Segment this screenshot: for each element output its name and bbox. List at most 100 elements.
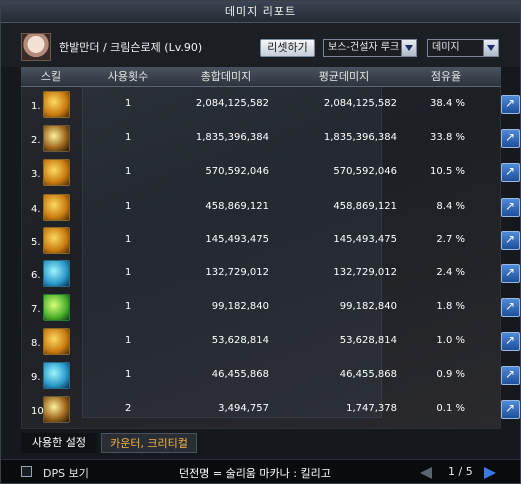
table-row: 4. 1 458,869,121 458,869,121 8.4 % bbox=[21, 192, 520, 224]
row-percent: 2.4 % bbox=[436, 267, 465, 278]
table-row: 7. 1 99,182,840 99,182,840 1.8 % bbox=[21, 292, 520, 324]
chevron-down-icon[interactable] bbox=[401, 40, 416, 56]
share-icon[interactable] bbox=[501, 231, 520, 250]
share-icon[interactable] bbox=[501, 198, 520, 217]
row-rank: 4. bbox=[31, 204, 41, 215]
row-rank: 5. bbox=[31, 237, 41, 248]
table-row: 2. 1 1,835,396,384 1,835,396,384 33.8 % bbox=[21, 123, 520, 155]
page-indicator: 1 / 5 bbox=[448, 465, 473, 478]
row-avg: 1,835,396,384 bbox=[323, 132, 397, 143]
col-skill: 스킬 bbox=[40, 70, 62, 83]
skill-icon bbox=[43, 362, 70, 389]
row-rank: 7. bbox=[31, 304, 41, 315]
prev-page-icon[interactable] bbox=[420, 467, 432, 479]
col-avg: 평균데미지 bbox=[318, 70, 370, 83]
skill-icon bbox=[43, 227, 70, 254]
row-avg: 1,747,378 bbox=[346, 403, 397, 414]
row-uses: 1 bbox=[125, 234, 132, 245]
share-icon[interactable] bbox=[501, 264, 520, 283]
row-rank: 9. bbox=[31, 372, 41, 383]
row-percent: 33.8 % bbox=[430, 132, 465, 143]
share-icon[interactable] bbox=[501, 95, 520, 114]
row-uses: 1 bbox=[125, 335, 132, 346]
table-row: 6. 1 132,729,012 132,729,012 2.4 % bbox=[21, 258, 520, 290]
report-header: 한발만더 / 크림슨로제 (Lv.90) 리셋하기 보스-건설자 루크 데미지 bbox=[1, 23, 520, 67]
row-rank: 8. bbox=[31, 338, 41, 349]
share-icon[interactable] bbox=[501, 332, 520, 351]
row-percent: 1.0 % bbox=[436, 335, 465, 346]
col-uses: 사용횟수 bbox=[107, 70, 149, 83]
reset-button[interactable]: 리셋하기 bbox=[260, 39, 315, 57]
row-percent: 0.9 % bbox=[436, 369, 465, 380]
window-title: 데미지 리포트 bbox=[1, 1, 520, 23]
share-icon[interactable] bbox=[501, 129, 520, 148]
row-uses: 1 bbox=[125, 98, 132, 109]
report-footer: DPS 보기 던전명 = 술리움 마카나 : 킬리고 1 / 5 bbox=[1, 459, 520, 483]
share-icon[interactable] bbox=[501, 366, 520, 385]
chevron-down-icon[interactable] bbox=[483, 40, 498, 56]
skill-icon bbox=[43, 294, 70, 321]
row-total: 458,869,121 bbox=[205, 201, 269, 212]
tab-counter-critical[interactable]: 카운터, 크리티컬 bbox=[101, 433, 197, 453]
row-uses: 1 bbox=[125, 132, 132, 143]
damage-type-value: 데미지 bbox=[432, 42, 460, 53]
col-share: 점유율 bbox=[430, 70, 462, 83]
row-avg: 570,592,046 bbox=[333, 166, 397, 177]
row-total: 46,455,868 bbox=[211, 369, 269, 380]
row-percent: 1.8 % bbox=[436, 301, 465, 312]
table-row: 5. 1 145,493,475 145,493,475 2.7 % bbox=[21, 225, 520, 257]
skill-icon bbox=[43, 396, 70, 423]
skill-icon bbox=[43, 328, 70, 355]
damage-type-select[interactable]: 데미지 bbox=[427, 39, 499, 57]
row-avg: 2,084,125,582 bbox=[323, 98, 397, 109]
skill-icon bbox=[43, 194, 70, 221]
row-total: 1,835,396,384 bbox=[195, 132, 269, 143]
skill-icon bbox=[43, 91, 70, 118]
table-row: 3. 1 570,592,046 570,592,046 10.5 % bbox=[21, 157, 520, 189]
share-icon[interactable] bbox=[501, 163, 520, 182]
boss-select[interactable]: 보스-건설자 루크 bbox=[323, 39, 417, 57]
row-avg: 145,493,475 bbox=[333, 234, 397, 245]
dps-label: DPS 보기 bbox=[43, 467, 89, 480]
row-total: 99,182,840 bbox=[211, 301, 269, 312]
boss-select-value: 보스-건설자 루크 bbox=[328, 42, 400, 53]
row-total: 3,494,757 bbox=[218, 403, 269, 414]
share-icon[interactable] bbox=[501, 298, 520, 317]
row-avg: 99,182,840 bbox=[339, 301, 397, 312]
row-percent: 38.4 % bbox=[430, 98, 465, 109]
row-uses: 1 bbox=[125, 267, 132, 278]
row-total: 53,628,814 bbox=[211, 335, 269, 346]
row-percent: 0.1 % bbox=[436, 403, 465, 414]
row-percent: 10.5 % bbox=[430, 166, 465, 177]
row-avg: 53,628,814 bbox=[339, 335, 397, 346]
row-uses: 2 bbox=[125, 403, 132, 414]
row-uses: 1 bbox=[125, 369, 132, 380]
character-avatar bbox=[21, 33, 51, 61]
row-uses: 1 bbox=[125, 166, 132, 177]
row-rank: 3. bbox=[31, 169, 41, 180]
table-row: 8. 1 53,628,814 53,628,814 1.0 % bbox=[21, 326, 520, 358]
row-percent: 8.4 % bbox=[436, 201, 465, 212]
row-total: 145,493,475 bbox=[205, 234, 269, 245]
row-total: 570,592,046 bbox=[205, 166, 269, 177]
row-total: 2,084,125,582 bbox=[195, 98, 269, 109]
table-header: 스킬 사용횟수 총합데미지 평균데미지 점유율 bbox=[21, 67, 501, 87]
skill-icon bbox=[43, 260, 70, 287]
table-row: 1. 1 2,084,125,582 2,084,125,582 38.4 % bbox=[21, 89, 520, 121]
row-avg: 46,455,868 bbox=[339, 369, 397, 380]
character-name: 한발만더 / 크림슨로제 (Lv.90) bbox=[59, 41, 203, 54]
next-page-icon[interactable] bbox=[484, 467, 496, 479]
row-uses: 1 bbox=[125, 301, 132, 312]
skill-icon bbox=[43, 159, 70, 186]
row-uses: 1 bbox=[125, 201, 132, 212]
dps-checkbox[interactable] bbox=[21, 466, 32, 477]
share-icon[interactable] bbox=[501, 400, 520, 419]
row-percent: 2.7 % bbox=[436, 234, 465, 245]
table-row: 10. 2 3,494,757 1,747,378 0.1 % bbox=[21, 394, 520, 426]
tab-used-settings[interactable]: 사용한 설정 bbox=[21, 433, 97, 453]
row-rank: 6. bbox=[31, 270, 41, 281]
table-row: 9. 1 46,455,868 46,455,868 0.9 % bbox=[21, 360, 520, 392]
skill-icon bbox=[43, 125, 70, 152]
row-avg: 132,729,012 bbox=[333, 267, 397, 278]
row-rank: 1. bbox=[31, 101, 41, 112]
